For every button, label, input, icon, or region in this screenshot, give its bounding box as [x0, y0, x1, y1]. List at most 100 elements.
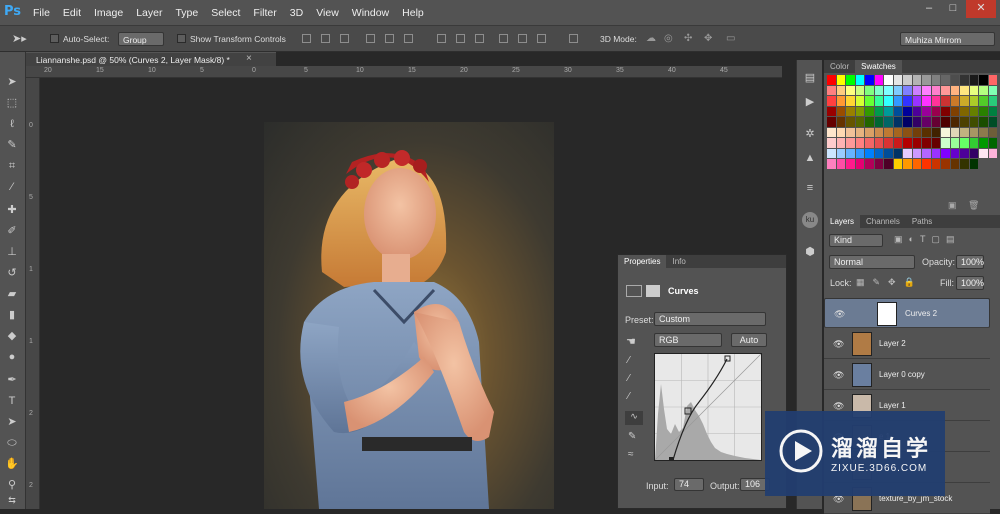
swatch[interactable]: [922, 148, 931, 158]
swatch[interactable]: [912, 138, 921, 148]
swatch[interactable]: [846, 96, 855, 106]
layer-row[interactable]: 👁 Layer 0 copy: [824, 360, 990, 390]
swatch[interactable]: [969, 159, 978, 169]
swatch[interactable]: [874, 138, 883, 148]
dodge-tool-icon[interactable]: ●: [3, 349, 21, 365]
minimize-button[interactable]: –: [918, 0, 940, 18]
align-left-icon[interactable]: [366, 34, 375, 43]
swatch[interactable]: [931, 138, 940, 148]
swatch[interactable]: [884, 138, 893, 148]
swatch[interactable]: [922, 138, 931, 148]
swatch[interactable]: [827, 138, 836, 148]
transform-controls-checkbox[interactable]: Show Transform Controls: [177, 32, 286, 46]
target-adjust-icon[interactable]: ☚: [626, 335, 636, 348]
swatch[interactable]: [941, 159, 950, 169]
mask-icon[interactable]: [646, 285, 660, 297]
swatch[interactable]: [922, 159, 931, 169]
swatch[interactable]: [884, 159, 893, 169]
document-image[interactable]: [264, 122, 554, 509]
swatch[interactable]: [855, 75, 864, 85]
color-swap-icon[interactable]: ⇆: [3, 492, 21, 508]
channel-dropdown[interactable]: RGB: [654, 333, 722, 347]
eye-icon[interactable]: 👁: [833, 339, 844, 350]
swatch[interactable]: [950, 106, 959, 116]
zoom-tool-icon[interactable]: ⚲: [3, 477, 21, 493]
swatch[interactable]: [836, 127, 845, 137]
swatch[interactable]: [960, 75, 969, 85]
menu-select[interactable]: Select: [211, 7, 240, 19]
swatch[interactable]: [969, 106, 978, 116]
swatch[interactable]: [950, 148, 959, 158]
swatch[interactable]: [903, 75, 912, 85]
eyedropper-gray-icon[interactable]: ⁄: [628, 373, 630, 384]
plugin-icon[interactable]: ku: [802, 212, 818, 228]
eyedropper-white-icon[interactable]: ⁄: [628, 391, 630, 402]
pen-tool-icon[interactable]: ✒: [3, 372, 21, 388]
tab-info[interactable]: Info: [666, 255, 691, 268]
swatch[interactable]: [884, 96, 893, 106]
swatch[interactable]: [903, 148, 912, 158]
distribute-top-icon[interactable]: [437, 34, 446, 43]
delete-swatch-icon[interactable]: 🗑: [968, 200, 979, 211]
swatch[interactable]: [950, 138, 959, 148]
swatch[interactable]: [941, 85, 950, 95]
move-tool-icon[interactable]: ➤: [3, 74, 21, 90]
swatch[interactable]: [903, 85, 912, 95]
workspace-dropdown[interactable]: Muhiza Mirrom: [900, 32, 995, 46]
move-tool-icon[interactable]: ➤▸: [12, 32, 27, 46]
menu-layer[interactable]: Layer: [136, 7, 162, 19]
layer-row[interactable]: 👁 Curves 2: [824, 298, 990, 328]
swatch[interactable]: [960, 127, 969, 137]
menu-filter[interactable]: Filter: [253, 7, 276, 19]
swatch[interactable]: [988, 96, 997, 106]
opacity-field[interactable]: 100%: [956, 255, 984, 269]
swatch[interactable]: [884, 85, 893, 95]
swatch[interactable]: [865, 138, 874, 148]
swatch[interactable]: [865, 106, 874, 116]
swatch[interactable]: [912, 96, 921, 106]
swatch[interactable]: [874, 85, 883, 95]
swatch[interactable]: [979, 96, 988, 106]
swatch[interactable]: [903, 96, 912, 106]
swatch[interactable]: [960, 106, 969, 116]
swatch[interactable]: [979, 85, 988, 95]
document-close-icon[interactable]: ×: [246, 52, 252, 66]
curves-graph[interactable]: [654, 353, 762, 462]
type-tool-icon[interactable]: T: [3, 393, 21, 409]
auto-button[interactable]: Auto: [731, 333, 767, 347]
auto-select-checkbox[interactable]: Auto-Select:: [50, 32, 109, 46]
swatch[interactable]: [950, 85, 959, 95]
distribute-bottom-icon[interactable]: [475, 34, 484, 43]
swatch[interactable]: [979, 148, 988, 158]
swatch[interactable]: [827, 148, 836, 158]
swatch[interactable]: [950, 127, 959, 137]
swatch[interactable]: [874, 127, 883, 137]
swatch[interactable]: [865, 127, 874, 137]
smooth-icon[interactable]: ≈: [628, 449, 634, 460]
swatch[interactable]: [836, 106, 845, 116]
swatch[interactable]: [855, 117, 864, 127]
hand-tool-icon[interactable]: ✋: [3, 456, 21, 472]
swatch[interactable]: [969, 138, 978, 148]
distribute-right-icon[interactable]: [537, 34, 546, 43]
swatch[interactable]: [855, 96, 864, 106]
blend-mode-dropdown[interactable]: Normal: [829, 255, 915, 269]
swatch[interactable]: [827, 127, 836, 137]
histogram-icon[interactable]: ▲: [802, 150, 818, 166]
swatch[interactable]: [884, 117, 893, 127]
align-middle-icon[interactable]: [321, 34, 330, 43]
swatch[interactable]: [836, 138, 845, 148]
swatch[interactable]: [827, 96, 836, 106]
crop-tool-icon[interactable]: ⌗: [3, 158, 21, 174]
menu-view[interactable]: View: [316, 7, 339, 19]
new-swatch-icon[interactable]: ▣: [948, 200, 957, 211]
swatch[interactable]: [884, 127, 893, 137]
pencil-icon[interactable]: ✎: [628, 431, 636, 442]
swatch[interactable]: [846, 127, 855, 137]
swatch[interactable]: [865, 85, 874, 95]
swatch[interactable]: [903, 127, 912, 137]
eyedropper-black-icon[interactable]: ⁄: [628, 355, 630, 366]
swatch[interactable]: [855, 159, 864, 169]
swatch[interactable]: [903, 159, 912, 169]
swatch[interactable]: [931, 106, 940, 116]
